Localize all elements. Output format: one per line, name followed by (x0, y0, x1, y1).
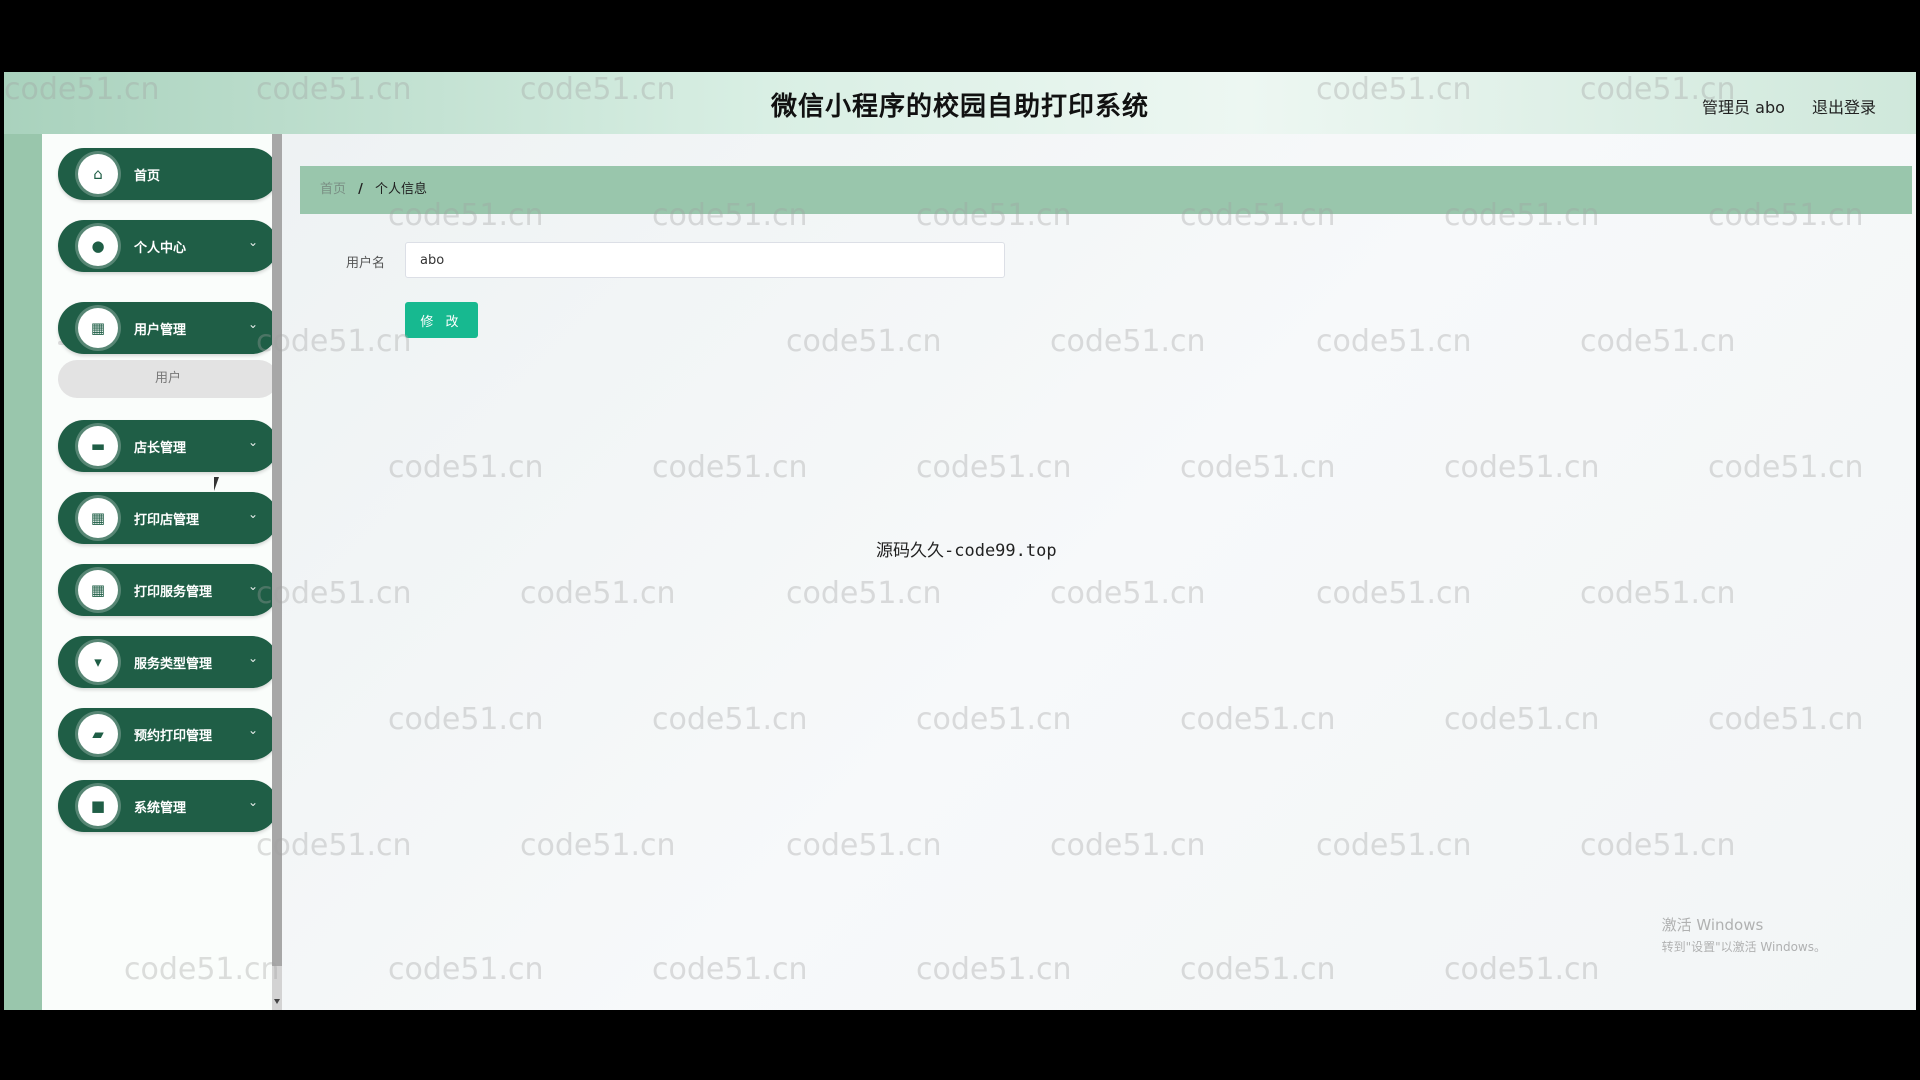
scrollbar-thumb[interactable] (272, 134, 282, 966)
modify-button[interactable]: 修 改 (405, 302, 478, 338)
breadcrumb-separator: / (358, 182, 363, 197)
chevron-down-icon: ⌄ (247, 579, 258, 593)
app-window: 微信小程序的校园自助打印系统 管理员 abo 退出登录 ⌂ 首页 ● 个人中心 … (4, 72, 1916, 1010)
breadcrumb: 首页 / 个人信息 (300, 166, 1912, 214)
sidebar-item-reservation-print-management[interactable]: ▰ 预约打印管理 ⌄ (58, 708, 278, 760)
activation-title: 激活 Windows (1661, 916, 1764, 934)
briefcase-icon: ▬ (78, 426, 118, 466)
top-header: 微信小程序的校园自助打印系统 管理员 abo 退出登录 (4, 72, 1916, 134)
sidebar-item-print-service-management[interactable]: ▦ 打印服务管理 ⌄ (58, 564, 278, 616)
logout-link[interactable]: 退出登录 (1812, 98, 1876, 117)
grid-icon: ▦ (78, 498, 118, 538)
submenu-item-user[interactable]: 用户 (58, 360, 278, 398)
page-title: 微信小程序的校园自助打印系统 (770, 92, 1149, 122)
user-icon: ● (78, 226, 118, 266)
windows-activation-notice: 激活 Windows 转到"设置"以激活 Windows。 (1662, 914, 1826, 958)
sidebar-item-label: 服务类型管理 (134, 657, 213, 672)
cart-icon: ▰ (78, 714, 118, 754)
header-actions: 管理员 abo 退出登录 (1680, 94, 1876, 118)
sidebar-item-label: 店长管理 (134, 441, 187, 456)
sidebar-item-manager-management[interactable]: ▬ 店长管理 ⌄ (58, 420, 278, 472)
sidebar-scrollbar[interactable] (272, 134, 282, 1010)
chevron-down-icon: ⌄ (247, 723, 258, 737)
sidebar-item-service-type-management[interactable]: ▾ 服务类型管理 ⌄ (58, 636, 278, 688)
chevron-down-icon: ⌄ (247, 435, 258, 449)
sidebar: ⌂ 首页 ● 个人中心 ⌄ ▦ 用户管理 ⌄ 用户 ▬ 店长管理 ⌄ ▦ 打印店… (42, 134, 278, 1010)
username-label: 用户名 (346, 256, 386, 271)
sidebar-item-label: 个人中心 (134, 241, 187, 256)
scroll-down-arrow-icon[interactable] (274, 999, 280, 1004)
main-content: 首页 / 个人信息 用户名 修 改 (282, 134, 1916, 1010)
sidebar-item-label: 预约打印管理 (134, 729, 213, 744)
sidebar-item-personal-center[interactable]: ● 个人中心 ⌄ (58, 220, 278, 272)
username-input[interactable] (405, 242, 1005, 278)
sidebar-accent-strip (4, 134, 42, 1010)
video-icon: ■ (78, 786, 118, 826)
sidebar-item-home[interactable]: ⌂ 首页 (58, 148, 278, 200)
breadcrumb-home[interactable]: 首页 (320, 182, 346, 197)
chevron-down-icon: ⌄ (247, 507, 258, 521)
sidebar-item-label: 打印服务管理 (134, 585, 213, 600)
sidebar-item-print-shop-management[interactable]: ▦ 打印店管理 ⌄ (58, 492, 278, 544)
activation-subtitle: 转到"设置"以激活 Windows。 (1661, 940, 1826, 954)
chevron-down-icon: ⌄ (247, 235, 258, 249)
sidebar-item-label: 系统管理 (134, 801, 187, 816)
chevron-down-icon: ⌄ (247, 795, 258, 809)
grid-icon: ▦ (78, 570, 118, 610)
admin-user-label: 管理员 abo (1702, 98, 1785, 117)
sidebar-item-system-management[interactable]: ■ 系统管理 ⌄ (58, 780, 278, 832)
mouse-cursor-icon (214, 477, 219, 491)
sidebar-item-label: 首页 (134, 169, 161, 184)
grid-icon: ▦ (78, 308, 118, 348)
chevron-down-icon: ⌄ (247, 317, 258, 331)
chevron-down-icon: ⌄ (247, 651, 258, 665)
breadcrumb-current: 个人信息 (375, 182, 428, 197)
pin-icon: ▾ (78, 642, 118, 682)
sidebar-item-label: 用户管理 (134, 323, 187, 338)
center-watermark: 源码久久-code99.top (876, 541, 1057, 561)
home-icon: ⌂ (78, 154, 118, 194)
sidebar-item-label: 打印店管理 (134, 513, 200, 528)
sidebar-item-user-management[interactable]: ▦ 用户管理 ⌄ (58, 302, 278, 354)
